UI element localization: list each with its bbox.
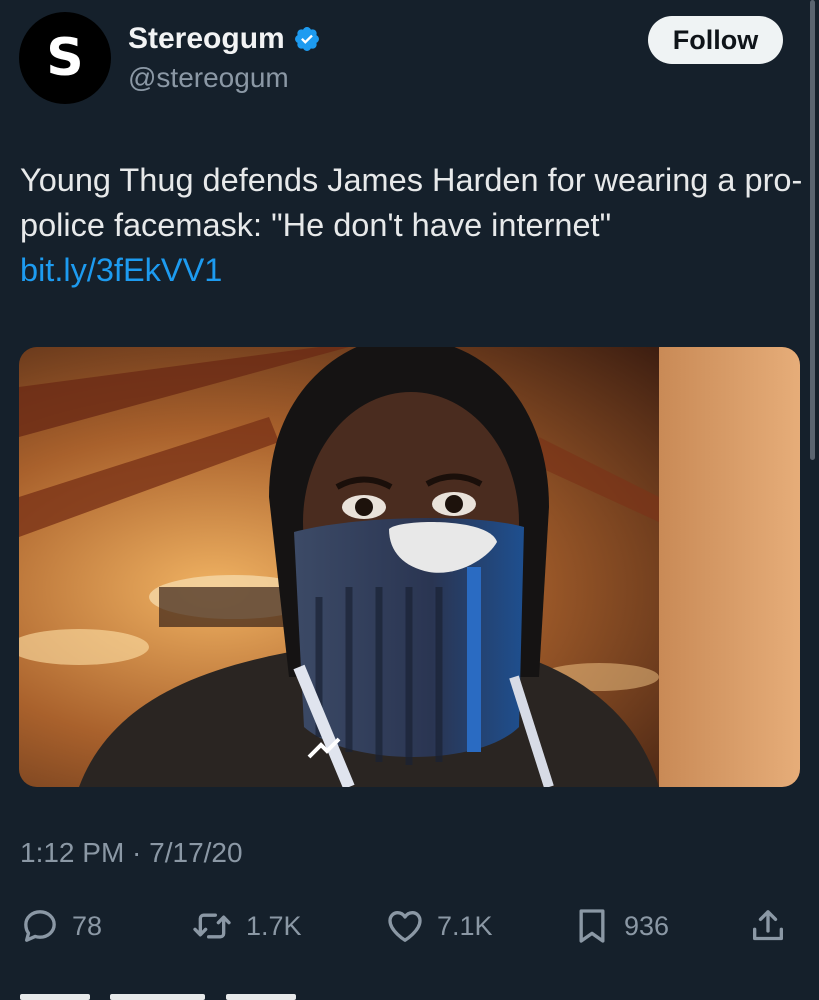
tweet-body: Young Thug defends James Harden for wear…	[20, 162, 803, 243]
verified-badge-icon	[294, 27, 319, 51]
retweet-count: 1.7K	[246, 910, 302, 941]
reply-icon	[24, 910, 56, 942]
retweet-icon	[193, 913, 231, 939]
like-icon	[388, 911, 422, 942]
reply-button[interactable]: 78	[20, 900, 102, 952]
bookmark-button[interactable]: 936	[572, 900, 669, 952]
tweet-text: Young Thug defends James Harden for wear…	[20, 158, 805, 293]
tweet-action-bar: 78 1.7K 7.1K 936	[0, 900, 819, 952]
tweet-link[interactable]: bit.ly/3fEkVV1	[20, 248, 805, 293]
display-name[interactable]: Stereogum	[128, 22, 285, 56]
tweet-timestamp[interactable]: 1:12 PM · 7/17/20	[20, 837, 243, 869]
tweet-page: S Stereogum @stereogum Follow Young Thug…	[0, 0, 819, 1000]
bookmark-icon	[579, 909, 605, 943]
retweet-button[interactable]: 1.7K	[190, 900, 302, 952]
author-name-row: Stereogum	[128, 22, 321, 56]
author-handle[interactable]: @stereogum	[128, 62, 289, 94]
next-content-peek	[20, 984, 320, 1000]
reply-count: 78	[72, 910, 103, 941]
share-button[interactable]	[748, 900, 788, 952]
follow-button[interactable]: Follow	[648, 16, 783, 64]
avatar-letter: S	[46, 28, 84, 88]
photo-illustration	[19, 347, 800, 787]
like-count: 7.1K	[437, 910, 493, 941]
share-icon	[753, 910, 783, 941]
like-button[interactable]: 7.1K	[385, 900, 493, 952]
bookmark-count: 936	[624, 910, 670, 941]
tweet-media-image[interactable]	[19, 347, 800, 787]
scrollbar[interactable]	[810, 0, 815, 460]
avatar[interactable]: S	[19, 12, 111, 104]
